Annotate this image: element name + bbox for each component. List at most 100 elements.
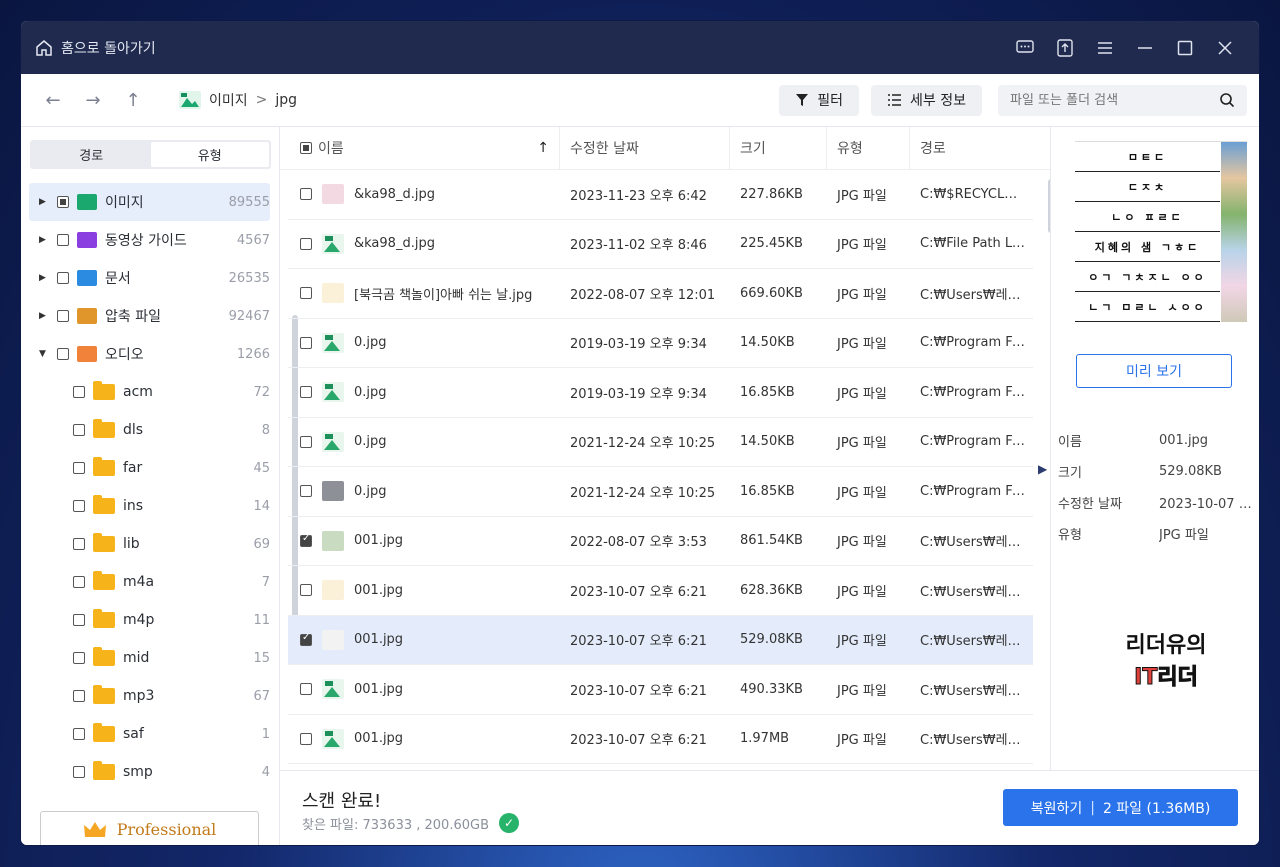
sidebar-subfolder[interactable]: m4a 7 — [29, 563, 270, 601]
table-row[interactable]: 001.jpg 2023-10-07 오후 6:21 628.36KB JPG 파일 C… — [288, 566, 1033, 616]
table-row[interactable]: 0.jpg 2019-03-19 오후 9:34 14.50KB JPG 파일 C:₩P… — [288, 319, 1033, 368]
home-button[interactable]: 홈으로 돌아가기 — [35, 38, 156, 58]
row-checkbox[interactable] — [300, 533, 312, 547]
folder-checkbox[interactable] — [73, 386, 85, 398]
row-checkbox[interactable] — [300, 188, 312, 201]
sidebar-subfolder[interactable]: mp3 67 — [29, 677, 270, 715]
search-icon[interactable] — [1219, 92, 1235, 108]
sidebar-subfolder[interactable]: acm 72 — [29, 373, 270, 411]
row-checkbox[interactable] — [300, 732, 312, 745]
sidebar-subfolder[interactable]: dls 8 — [29, 411, 270, 449]
row-checkbox[interactable] — [300, 632, 312, 646]
recover-button[interactable]: 복원하기 | 2 파일 (1.36MB) — [1003, 789, 1238, 826]
type-cell: JPG 파일 — [837, 733, 887, 749]
row-checkbox[interactable] — [300, 435, 312, 448]
name-cell: 001.jpg — [288, 580, 560, 601]
folder-checkbox[interactable] — [73, 614, 85, 626]
upload-icon[interactable] — [1045, 33, 1085, 63]
table-row[interactable]: 0.jpg 2021-12-24 오후 10:25 16.85KB JPG 파일 C:₩… — [288, 467, 1033, 517]
forward-arrow-icon[interactable]: → — [73, 85, 113, 115]
column-path[interactable]: 경로 — [910, 127, 1030, 169]
row-checkbox[interactable] — [300, 485, 312, 498]
size-cell: 14.50KB — [740, 335, 795, 351]
minimize-icon[interactable] — [1125, 33, 1165, 63]
table-row[interactable]: 001.jpg 2023-10-07 오후 6:21 490.33KB JPG 파일 C… — [288, 665, 1033, 715]
column-modified[interactable]: 수정한 날짜 — [560, 127, 730, 169]
table-row[interactable]: 001.jpg 2022-08-07 오후 3:53 861.54KB JPG 파일 C… — [288, 517, 1033, 566]
collapsed-arrow-icon[interactable]: ▶ — [39, 197, 51, 207]
folder-checkbox[interactable] — [73, 424, 85, 436]
found-files-text: 찾은 파일: 733633 , 200.60GB — [302, 817, 489, 833]
sidebar-subfolder[interactable]: saf 1 — [29, 715, 270, 753]
search-input[interactable] — [1010, 92, 1219, 108]
folder-checkbox[interactable] — [73, 728, 85, 740]
feedback-icon[interactable] — [1005, 33, 1045, 63]
category-count: 26535 — [228, 270, 270, 286]
breadcrumb-root[interactable]: 이미지 — [209, 90, 248, 110]
category-checkbox[interactable] — [57, 196, 69, 208]
row-checkbox[interactable] — [300, 683, 312, 696]
image-file-icon — [322, 431, 344, 452]
collapsed-arrow-icon[interactable]: ▶ — [39, 311, 51, 321]
table-row[interactable]: [북극곰 책놀이]아빠 쉬는 날.jpg 2022-08-07 오후 12:01 6… — [288, 269, 1033, 319]
category-checkbox[interactable] — [57, 348, 69, 360]
type-cell: JPG 파일 — [837, 188, 887, 204]
table-row[interactable]: &ka98_d.jpg 2023-11-02 오후 8:46 225.45KB JPG… — [288, 220, 1033, 269]
row-checkbox[interactable] — [300, 237, 312, 250]
sidebar-category-3[interactable]: ▶ 압축 파일 92467 — [29, 297, 270, 335]
sidebar-category-1[interactable]: ▶ 동영상 가이드 4567 — [29, 221, 270, 259]
table-row[interactable]: &ka98_d.jpg 2023-11-23 오후 6:42 227.86KB JPG… — [288, 170, 1033, 220]
select-all-checkbox[interactable] — [300, 142, 312, 154]
back-arrow-icon[interactable]: ← — [33, 85, 73, 115]
sidebar-category-4[interactable]: ▼ 오디오 1266 — [29, 335, 270, 373]
sidebar-subfolder[interactable]: ins 14 — [29, 487, 270, 525]
column-type[interactable]: 유형 — [827, 127, 910, 169]
category-checkbox[interactable] — [57, 310, 69, 322]
folder-checkbox[interactable] — [73, 462, 85, 474]
filter-button[interactable]: 필터 — [779, 84, 860, 116]
table-row[interactable]: 001.jpg 2023-10-07 오후 6:21 1.97MB JPG 파일 C:₩… — [288, 715, 1033, 764]
sidebar-subfolder[interactable]: smp 4 — [29, 753, 270, 791]
folder-checkbox[interactable] — [73, 500, 85, 512]
table-row[interactable]: 0.jpg 2019-03-19 오후 9:34 16.85KB JPG 파일 C:₩P… — [288, 368, 1033, 418]
folder-checkbox[interactable] — [73, 652, 85, 664]
sidebar-category-0[interactable]: ▶ 이미지 89555 — [29, 183, 270, 221]
row-checkbox[interactable] — [300, 584, 312, 597]
folder-checkbox[interactable] — [73, 576, 85, 588]
column-name[interactable]: 이름 ↑ — [280, 127, 560, 169]
table-row[interactable]: 001.jpg 2023-10-07 오후 6:21 529.08KB JPG 파일 C… — [288, 615, 1033, 665]
sidebar-subfolder[interactable]: far 45 — [29, 449, 270, 487]
tab-path[interactable]: 경로 — [32, 142, 151, 167]
column-size[interactable]: 크기 — [730, 127, 827, 169]
sidebar-subfolder[interactable]: lib 69 — [29, 525, 270, 563]
expanded-arrow-icon[interactable]: ▼ — [39, 349, 51, 359]
row-checkbox[interactable] — [300, 287, 312, 300]
category-checkbox[interactable] — [57, 272, 69, 284]
breadcrumb-current[interactable]: jpg — [275, 92, 297, 108]
collapsed-arrow-icon[interactable]: ▶ — [39, 235, 51, 245]
folder-checkbox[interactable] — [73, 538, 85, 550]
collapse-preview-icon[interactable]: ▶ — [1038, 462, 1047, 476]
menu-icon[interactable] — [1085, 33, 1125, 63]
folder-checkbox[interactable] — [73, 690, 85, 702]
sort-ascending-icon[interactable]: ↑ — [537, 140, 549, 156]
type-cell: JPG 파일 — [837, 683, 887, 699]
up-arrow-icon[interactable]: ↑ — [113, 85, 153, 115]
collapsed-arrow-icon[interactable]: ▶ — [39, 273, 51, 283]
tab-type[interactable]: 유형 — [150, 142, 269, 167]
folder-count: 15 — [253, 650, 270, 666]
close-icon[interactable] — [1205, 33, 1245, 63]
preview-button[interactable]: 미리 보기 — [1076, 354, 1232, 388]
details-button[interactable]: 세부 정보 — [871, 84, 982, 116]
row-checkbox[interactable] — [300, 386, 312, 399]
sidebar-subfolder[interactable]: m4p 11 — [29, 601, 270, 639]
table-row[interactable]: 0.jpg 2021-12-24 오후 10:25 14.50KB JPG 파일 C:₩… — [288, 418, 1033, 467]
maximize-icon[interactable] — [1165, 33, 1205, 63]
sidebar-category-2[interactable]: ▶ 문서 26535 — [29, 259, 270, 297]
folder-checkbox[interactable] — [73, 766, 85, 778]
category-checkbox[interactable] — [57, 234, 69, 246]
file-name: 0.jpg — [354, 384, 387, 400]
sidebar-subfolder[interactable]: mid 15 — [29, 639, 270, 677]
professional-button[interactable]: Professional — [40, 811, 259, 845]
row-checkbox[interactable] — [300, 336, 312, 349]
